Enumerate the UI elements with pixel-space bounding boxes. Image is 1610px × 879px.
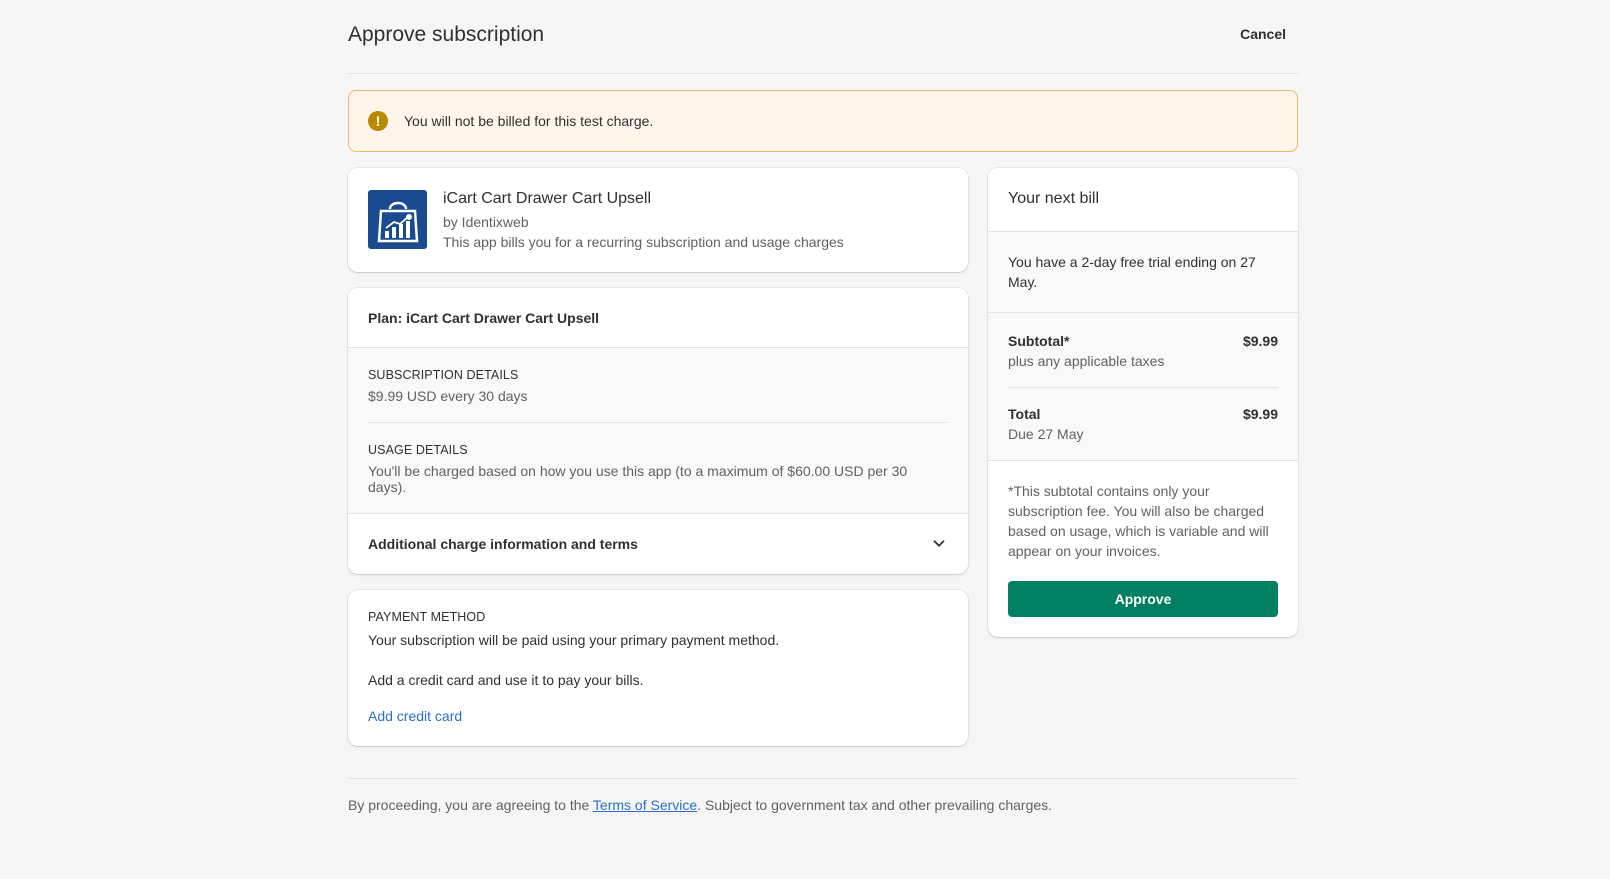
page-header: Approve subscription Cancel: [348, 0, 1298, 74]
test-charge-banner: ! You will not be billed for this test c…: [348, 90, 1298, 152]
footer: By proceeding, you are agreeing to the T…: [348, 778, 1298, 813]
add-credit-card-link[interactable]: Add credit card: [368, 708, 462, 724]
subtotal-amount: $9.99: [1242, 333, 1278, 349]
usage-details-label: USAGE DETAILS: [368, 443, 468, 457]
subscription-details: SUBSCRIPTION DETAILS $9.99 USD every 30 …: [368, 368, 948, 422]
subscription-details-text: $9.99 USD every 30 days: [368, 388, 528, 404]
subtotal-label: Subtotal*: [1008, 333, 1070, 349]
app-card: iCart Cart Drawer Cart Upsell by Identix…: [348, 168, 968, 272]
main-columns: iCart Cart Drawer Cart Upsell by Identix…: [348, 168, 1298, 762]
app-developer: by Identixweb: [443, 214, 529, 230]
page: Approve subscription Cancel ! You will n…: [348, 0, 1298, 813]
approve-button[interactable]: Approve: [1008, 581, 1278, 617]
trial-text: You have a 2-day free trial ending on 27…: [988, 232, 1298, 313]
page-title: Approve subscription: [348, 22, 545, 46]
next-bill-card: Your next bill You have a 2-day free tri…: [988, 168, 1298, 637]
shopping-bag-chart-icon: [377, 201, 418, 242]
app-name: iCart Cart Drawer Cart Upsell: [443, 190, 652, 207]
usage-details-text: You'll be charged based on how you use t…: [368, 463, 908, 495]
terms-of-service-link[interactable]: Terms of Service: [593, 797, 697, 813]
alert-circle-icon: !: [368, 111, 388, 131]
right-column: Your next bill You have a 2-day free tri…: [988, 168, 1298, 762]
payment-primary-text: Your subscription will be paid using you…: [368, 632, 780, 648]
app-info: iCart Cart Drawer Cart Upsell by Identix…: [443, 190, 844, 250]
bill-sums: Subtotal* plus any applicable taxes $9.9…: [988, 313, 1298, 461]
subtotal-row: Subtotal* plus any applicable taxes $9.9…: [1008, 313, 1278, 387]
left-column: iCart Cart Drawer Cart Upsell by Identix…: [348, 168, 968, 762]
plan-details: SUBSCRIPTION DETAILS $9.99 USD every 30 …: [348, 348, 968, 514]
footer-text-pre: By proceeding, you are agreeing to the: [348, 797, 593, 813]
plan-card: Plan: iCart Cart Drawer Cart Upsell SUBS…: [348, 288, 968, 574]
cancel-button[interactable]: Cancel: [1228, 20, 1298, 48]
payment-method-label: PAYMENT METHOD: [368, 610, 486, 624]
payment-add-card-text: Add a credit card and use it to pay your…: [368, 672, 644, 688]
subtotal-note: *This subtotal contains only your subscr…: [1008, 483, 1269, 559]
app-logo-icon: [368, 190, 427, 249]
additional-terms-toggle[interactable]: Additional charge information and terms: [348, 514, 968, 574]
footer-text-post: . Subject to government tax and other pr…: [697, 797, 1053, 813]
next-bill-title: Your next bill: [988, 168, 1298, 232]
subtotal-sub: plus any applicable taxes: [1008, 353, 1165, 369]
plan-title: Plan: iCart Cart Drawer Cart Upsell: [348, 288, 968, 348]
app-description: This app bills you for a recurring subsc…: [443, 234, 844, 250]
total-due: Due 27 May: [1008, 426, 1084, 442]
payment-card: PAYMENT METHOD Your subscription will be…: [348, 590, 968, 746]
banner-text: You will not be billed for this test cha…: [404, 113, 654, 129]
additional-terms-label: Additional charge information and terms: [368, 536, 638, 552]
chevron-down-icon: [933, 540, 945, 547]
total-row: Total Due 27 May $9.99: [1008, 387, 1278, 460]
total-label: Total: [1008, 406, 1041, 422]
usage-details: USAGE DETAILS You'll be charged based on…: [368, 422, 948, 513]
subscription-details-label: SUBSCRIPTION DETAILS: [368, 368, 519, 382]
total-amount: $9.99: [1242, 406, 1278, 422]
